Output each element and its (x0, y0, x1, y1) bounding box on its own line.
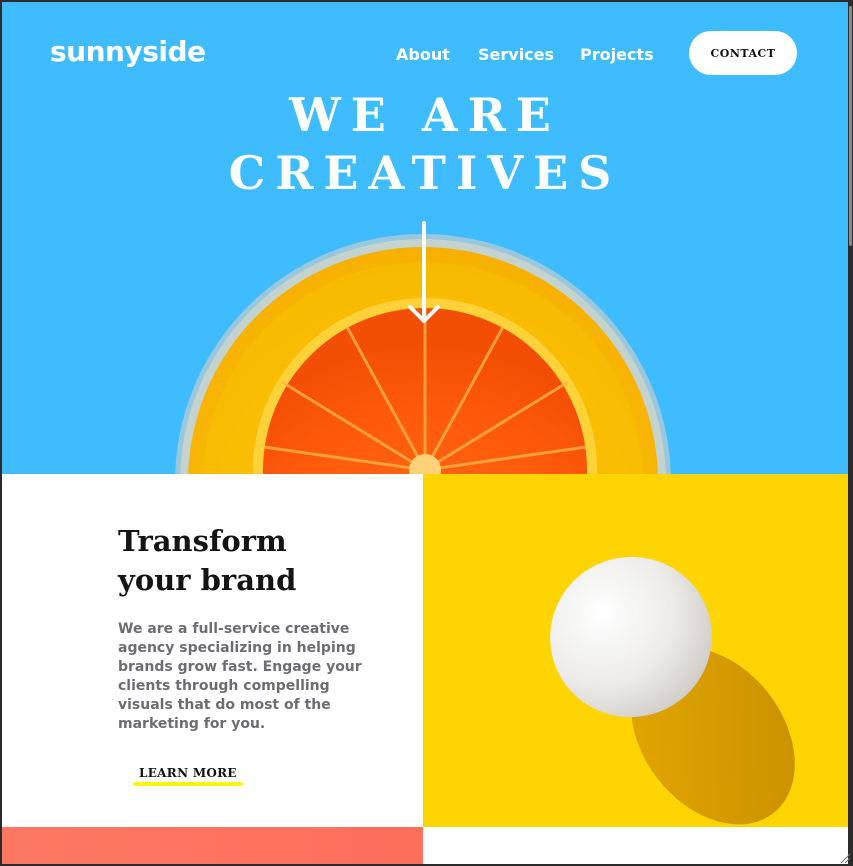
resize-grip-icon[interactable] (839, 852, 851, 864)
transform-title-line2: your brand (118, 563, 297, 597)
transform-section: Transform your brand We are a full-servi… (2, 474, 423, 827)
transform-title-line1: Transform (118, 524, 287, 558)
logo[interactable]: sunnyside (50, 35, 206, 68)
browser-viewport: sunnyside About Services Projects CONTAC… (2, 2, 848, 864)
white-panel (423, 827, 848, 864)
coral-panel (2, 827, 423, 864)
learn-more-label: LEARN MORE (139, 766, 237, 780)
egg-illustration (550, 556, 795, 825)
hero-section: sunnyside About Services Projects CONTAC… (2, 2, 848, 474)
hero-title-line1: WE ARE (289, 88, 561, 142)
learn-more-underline (133, 782, 243, 786)
egg-image (423, 474, 848, 827)
scrollbar[interactable] (848, 2, 853, 864)
transform-title: Transform your brand (118, 522, 378, 600)
transform-body: We are a full-service creative agency sp… (118, 621, 362, 732)
nav-link-about[interactable]: About (396, 45, 450, 64)
learn-more-link[interactable]: LEARN MORE (133, 766, 243, 786)
contact-button[interactable]: CONTACT (689, 31, 797, 75)
nav-link-services[interactable]: Services (478, 45, 554, 64)
nav-link-projects[interactable]: Projects (580, 45, 654, 64)
arrow-down-icon[interactable] (406, 221, 442, 327)
hero-title-line2: CREATIVES (228, 146, 622, 200)
scrollbar-thumb[interactable] (849, 6, 852, 246)
